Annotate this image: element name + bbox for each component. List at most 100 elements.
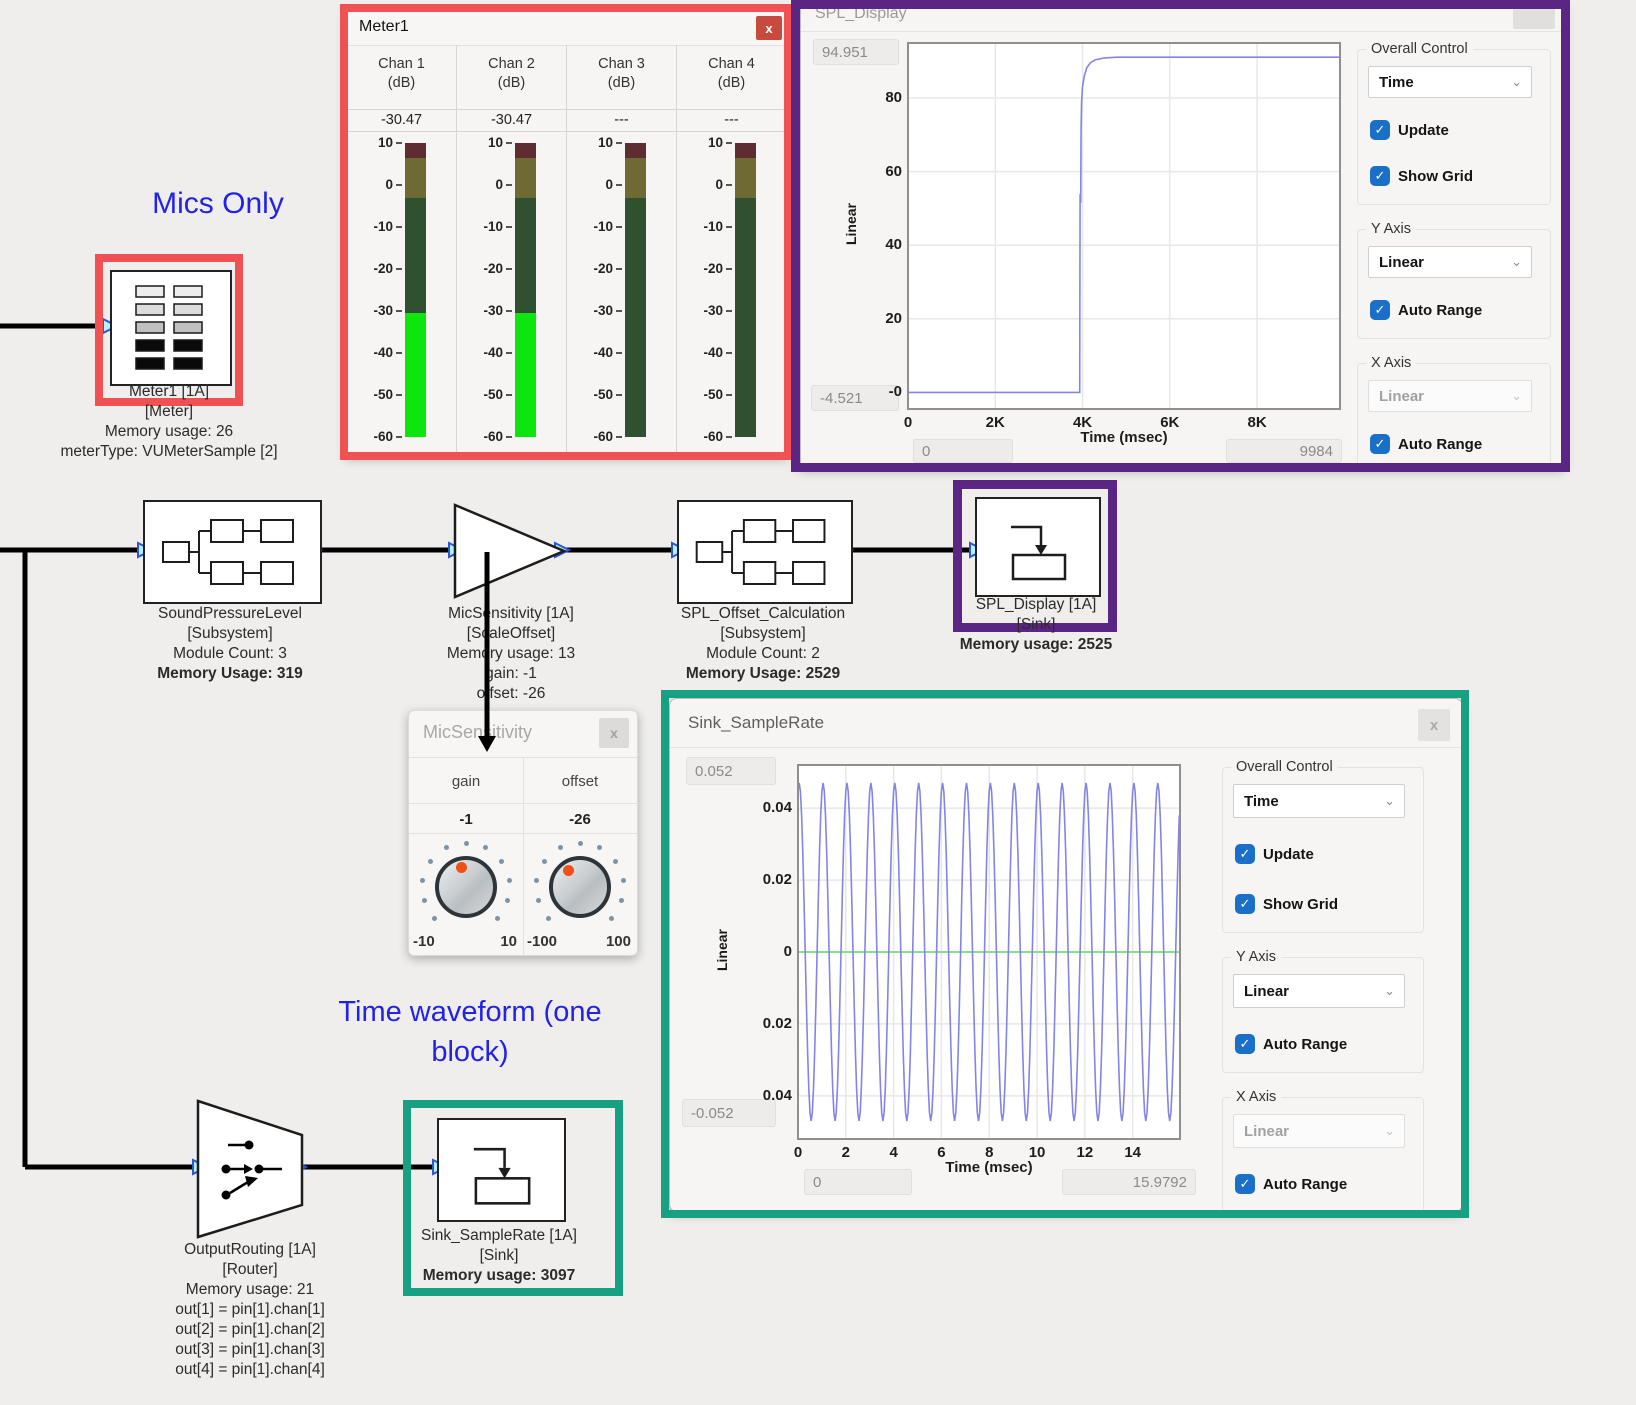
router-icon — [196, 1099, 304, 1239]
sink-samplerate-window: Sink_SampleRate x 0.052 -0.052 Linear Ti… — [669, 698, 1463, 1212]
meter-tick-label: 10 — [349, 135, 393, 150]
meter-tick-mark — [726, 184, 732, 186]
meter-bar-segment — [515, 313, 536, 437]
meter-tick-label: -30 — [569, 303, 613, 318]
annotation-line: block) — [310, 1032, 630, 1072]
spl-display-block-block[interactable] — [975, 497, 1101, 597]
meter1-window: Meter1 x Chan 1(dB)-30.47100-10-20-30-40… — [346, 10, 788, 456]
row-divider — [523, 833, 637, 834]
knob-tick-dot — [536, 898, 541, 903]
meter-tick-mark — [616, 394, 622, 396]
meter-bar-segment — [515, 158, 536, 198]
block-label-line: Memory usage: 2525 — [960, 635, 1113, 655]
meter-bar — [625, 143, 646, 437]
block-label-line: [Sink] — [421, 1246, 577, 1266]
time-waveform-annotation: Time waveform (oneblock) — [310, 992, 630, 1072]
meter-bar-segment — [735, 143, 756, 158]
row-divider — [567, 109, 676, 110]
subsystem-icon — [679, 502, 851, 602]
meter-tick-mark — [396, 226, 402, 228]
knob-tick-dot — [507, 878, 512, 883]
block-label-line: out[1] = pin[1].chan[1] — [175, 1300, 325, 1320]
mic-sensitivity-block[interactable] — [453, 502, 567, 600]
mic-panel-close-button[interactable]: x — [599, 718, 629, 748]
meter-tick-label: -50 — [679, 387, 723, 402]
meter-bar-segment — [515, 143, 536, 158]
meter-bar-segment — [405, 313, 426, 437]
sound-pressure-level-label: SoundPressureLevel[Subsystem]Module Coun… — [157, 604, 303, 684]
meter-tick-mark — [506, 268, 512, 270]
channel-header: Chan 3(dB) — [567, 55, 676, 93]
meter-area: 100-10-20-30-40-50-60 — [677, 131, 786, 455]
channel-value: --- — [567, 112, 676, 128]
meter-tick-mark — [396, 310, 402, 312]
meter-tick-mark — [616, 352, 622, 354]
meter-area: 100-10-20-30-40-50-60 — [347, 131, 456, 455]
block-label-line: [ScaleOffset] — [447, 624, 575, 644]
meter-channels: Chan 1(dB)-30.47100-10-20-30-40-50-60Cha… — [347, 45, 787, 455]
meter-tick-mark — [726, 268, 732, 270]
row-divider — [409, 803, 523, 804]
sink-samplerate-block-block[interactable] — [437, 1118, 566, 1222]
block-label-line: Module Count: 2 — [681, 644, 845, 664]
knob-tick-dot — [444, 845, 449, 850]
annotation-line: Mics Only — [88, 184, 348, 224]
knob-tick-dot — [495, 916, 500, 921]
meter-bar — [735, 143, 756, 437]
sink-samplerate-block-label: Sink_SampleRate [1A][Sink]Memory usage: … — [421, 1226, 577, 1286]
block-label-line: SPL_Offset_Calculation — [681, 604, 845, 624]
meter1-label: Meter1 [1A][Meter]Memory usage: 26meterT… — [60, 382, 277, 462]
block-label-line: Memory usage: 13 — [447, 644, 575, 664]
output-routing-block[interactable] — [196, 1099, 304, 1239]
meter-tick-mark — [396, 436, 402, 438]
block-label-line: [Router] — [175, 1260, 325, 1280]
sink-icon — [439, 1120, 564, 1220]
scale-offset-icon — [453, 502, 567, 600]
meter-tick-label: -50 — [569, 387, 613, 402]
knob-tick-dot — [464, 841, 469, 846]
meter-tick-label: -60 — [679, 429, 723, 444]
knob-offset[interactable] — [549, 856, 611, 918]
sound-pressure-level-block[interactable] — [143, 500, 322, 604]
channel-value: -30.47 — [347, 112, 456, 128]
meter-tick-mark — [616, 436, 622, 438]
meter-tick-mark — [396, 352, 402, 354]
channel-unit: (dB) — [567, 74, 676, 93]
knob-tick-dot — [534, 878, 539, 883]
meter-tick-mark — [726, 142, 732, 144]
block-label-line: [Sink] — [960, 615, 1113, 635]
knob-tick-dot — [432, 916, 437, 921]
meter-tick-label: -10 — [679, 219, 723, 234]
spl-offset-calculation-block[interactable] — [677, 500, 853, 604]
knob-tick-dot — [505, 898, 510, 903]
knob-tick-dot — [542, 859, 547, 864]
knob-tick-dot — [597, 845, 602, 850]
meter1-window-title: Meter1 — [359, 18, 409, 36]
spl-display-block-label: SPL_Display [1A][Sink]Memory usage: 2525 — [960, 595, 1113, 655]
meter-tick-mark — [726, 310, 732, 312]
meter-tick-mark — [616, 310, 622, 312]
meter-tick-mark — [506, 310, 512, 312]
meter-channel: Chan 1(dB)-30.47100-10-20-30-40-50-60 — [347, 45, 457, 455]
meter-tick-label: 10 — [679, 135, 723, 150]
knob-max-label: 100 — [606, 933, 631, 950]
row-divider — [523, 803, 637, 804]
knob-tick-dot — [619, 898, 624, 903]
knob-max-label: 10 — [500, 933, 517, 950]
meter-tick-mark — [506, 352, 512, 354]
meter-bar-segment — [405, 143, 426, 158]
meter-channel: Chan 4(dB)---100-10-20-30-40-50-60 — [677, 45, 786, 455]
meter-tick-label: -30 — [679, 303, 723, 318]
meter1-block[interactable] — [110, 270, 232, 386]
block-label-line: Memory Usage: 2529 — [681, 664, 845, 684]
meter1-close-button[interactable]: x — [756, 16, 782, 40]
meter-tick-label: -10 — [349, 219, 393, 234]
block-label-line: Memory Usage: 319 — [157, 664, 303, 684]
output-routing-label: OutputRouting [1A][Router]Memory usage: … — [175, 1240, 325, 1380]
channel-name: Chan 2 — [457, 55, 566, 74]
meter-tick-label: -40 — [569, 345, 613, 360]
knob-tick-dot — [546, 916, 551, 921]
meter-tick-mark — [726, 394, 732, 396]
knob-value-gain: -1 — [409, 805, 523, 833]
meter-tick-mark — [396, 394, 402, 396]
